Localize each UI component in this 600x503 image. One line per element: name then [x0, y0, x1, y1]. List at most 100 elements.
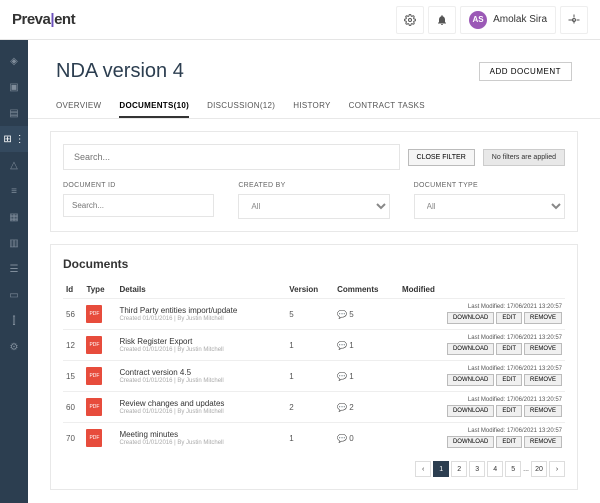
- avatar: AS: [469, 11, 487, 29]
- filter-panel: CLOSE FILTER No filters are applied DOCU…: [50, 131, 578, 232]
- tab-contract-tasks[interactable]: CONTRACT TASKS: [349, 95, 425, 118]
- doc-subtitle: Created 01/01/2016 | By Justin Mitchell: [119, 347, 283, 353]
- pagination: ‹12345...20›: [63, 461, 565, 477]
- settings-icon[interactable]: [396, 6, 424, 34]
- cell-version: 5: [286, 299, 334, 330]
- created-by-select[interactable]: All: [238, 194, 389, 219]
- page-button[interactable]: 3: [469, 461, 485, 477]
- tab-discussion-[interactable]: DISCUSSION(12): [207, 95, 275, 118]
- table-row: 56PDFThird Party entities import/updateC…: [63, 299, 565, 330]
- page-button[interactable]: 4: [487, 461, 503, 477]
- cell-version: 1: [286, 330, 334, 361]
- sidebar-grid-icon[interactable]: ▦: [0, 204, 28, 230]
- page-button[interactable]: 1: [433, 461, 449, 477]
- cell-id: 15: [63, 361, 83, 392]
- pdf-icon: PDF: [86, 398, 102, 416]
- remove-button[interactable]: REMOVE: [524, 343, 562, 355]
- page-button[interactable]: ‹: [415, 461, 431, 477]
- th-modified: Modified: [399, 281, 565, 299]
- th-id: Id: [63, 281, 83, 299]
- modified-text: Last Modified: 17/06/2021 13:20:57: [402, 304, 562, 310]
- remove-button[interactable]: REMOVE: [524, 374, 562, 386]
- doc-title[interactable]: Review changes and updates: [119, 399, 283, 408]
- edit-button[interactable]: EDIT: [496, 312, 522, 324]
- search-input[interactable]: [63, 144, 400, 170]
- modified-text: Last Modified: 17/06/2021 13:20:57: [402, 397, 562, 403]
- sidebar-settings-icon[interactable]: ⚙: [0, 334, 28, 360]
- edit-button[interactable]: EDIT: [496, 436, 522, 448]
- sidebar-inbox-icon[interactable]: ▣: [0, 74, 28, 100]
- table-row: 60PDF Review changes and updatesCreated 0…: [63, 392, 565, 423]
- download-button[interactable]: DOWNLOAD: [447, 312, 494, 324]
- th-type: Type: [83, 281, 116, 299]
- doc-title[interactable]: Contract version 4.5: [119, 368, 283, 377]
- page-button[interactable]: 2: [451, 461, 467, 477]
- table-row: 70PDF Meeting minutesCreated 01/01/2016 |…: [63, 423, 565, 454]
- user-menu[interactable]: AS Amolak Sira: [460, 6, 556, 34]
- document-type-select[interactable]: All: [414, 194, 565, 219]
- close-filter-button[interactable]: CLOSE FILTER: [408, 149, 475, 166]
- sidebar-alert-icon[interactable]: △: [0, 152, 28, 178]
- doc-subtitle: Created 01/01/2016 | By Justin Mitchell: [119, 378, 283, 384]
- cell-comments[interactable]: 💬 1: [334, 330, 399, 361]
- sidebar-chart-icon[interactable]: ⫿: [0, 308, 28, 334]
- cell-comments[interactable]: 💬 0: [334, 423, 399, 454]
- cell-id: 60: [63, 392, 83, 423]
- sidebar-dashboard-icon[interactable]: ◈: [0, 48, 28, 74]
- doc-title[interactable]: Risk Register Export: [119, 337, 283, 346]
- sidebar: ◈ ▣ ▤ ⊞ ⋮ △ ≡ ▦ ▥ ☰ ▭ ⫿ ⚙: [0, 40, 28, 503]
- doc-subtitle: Created 01/01/2016 | By Justin Mitchell: [119, 316, 283, 322]
- page-title: NDA version 4: [56, 60, 184, 83]
- remove-button[interactable]: REMOVE: [524, 436, 562, 448]
- doc-title[interactable]: Third Party entities import/update: [119, 306, 283, 315]
- doc-subtitle: Created 01/01/2016 | By Justin Mitchell: [119, 440, 283, 446]
- tabs: OVERVIEW DOCUMENTS(10) DISCUSSION(12) HISTO…: [28, 95, 600, 119]
- sidebar-list-icon[interactable]: ≡: [0, 178, 28, 204]
- remove-button[interactable]: REMOVE: [524, 405, 562, 417]
- remove-button[interactable]: REMOVE: [524, 312, 562, 324]
- table-row: 12PDF Risk Register ExportCreated 01/01/2…: [63, 330, 565, 361]
- sidebar-tasks-icon[interactable]: ☰: [0, 256, 28, 282]
- pagination-ellipsis: ...: [523, 466, 529, 473]
- gear-icon[interactable]: [560, 6, 588, 34]
- download-button[interactable]: DOWNLOAD: [447, 343, 494, 355]
- download-button[interactable]: DOWNLOAD: [447, 374, 494, 386]
- th-details: Details: [116, 281, 286, 299]
- sidebar-calendar-icon[interactable]: ▥: [0, 230, 28, 256]
- cell-comments[interactable]: 💬 1: [334, 361, 399, 392]
- document-id-input[interactable]: [63, 194, 214, 217]
- sidebar-entities-icon[interactable]: ⊞ ⋮: [0, 126, 28, 152]
- document-type-label: DOCUMENT TYPE: [414, 182, 565, 189]
- doc-title[interactable]: Meeting minutes: [119, 430, 283, 439]
- download-button[interactable]: DOWNLOAD: [447, 436, 494, 448]
- sidebar-document-icon[interactable]: ▤: [0, 100, 28, 126]
- tab-documents-[interactable]: DOCUMENTS(10): [119, 95, 189, 118]
- download-button[interactable]: DOWNLOAD: [447, 405, 494, 417]
- edit-button[interactable]: EDIT: [496, 343, 522, 355]
- sidebar-folder-icon[interactable]: ▭: [0, 282, 28, 308]
- th-version: Version: [286, 281, 334, 299]
- edit-button[interactable]: EDIT: [496, 405, 522, 417]
- th-comments: Comments: [334, 281, 399, 299]
- documents-title: Documents: [63, 257, 565, 271]
- cell-comments[interactable]: 💬 2: [334, 392, 399, 423]
- cell-id: 70: [63, 423, 83, 454]
- modified-text: Last Modified: 17/06/2021 13:20:57: [402, 366, 562, 372]
- add-document-button[interactable]: ADD DOCUMENT: [479, 62, 572, 81]
- page-button[interactable]: ›: [549, 461, 565, 477]
- table-row: 15PDF Contract version 4.5Created 01/01/2…: [63, 361, 565, 392]
- page-button[interactable]: 5: [505, 461, 521, 477]
- pdf-icon: PDF: [86, 429, 102, 447]
- tab-overview[interactable]: OVERVIEW: [56, 95, 101, 118]
- tab-history[interactable]: HISTORY: [293, 95, 330, 118]
- no-filters-label: No filters are applied: [483, 149, 565, 166]
- pdf-icon: PDF: [86, 367, 102, 385]
- cell-comments[interactable]: 💬 5: [334, 299, 399, 330]
- edit-button[interactable]: EDIT: [496, 374, 522, 386]
- cell-id: 12: [63, 330, 83, 361]
- pdf-icon: PDF: [86, 336, 102, 354]
- doc-subtitle: Created 01/01/2016 | By Justin Mitchell: [119, 409, 283, 415]
- bell-icon[interactable]: [428, 6, 456, 34]
- page-button[interactable]: 20: [531, 461, 547, 477]
- cell-version: 1: [286, 423, 334, 454]
